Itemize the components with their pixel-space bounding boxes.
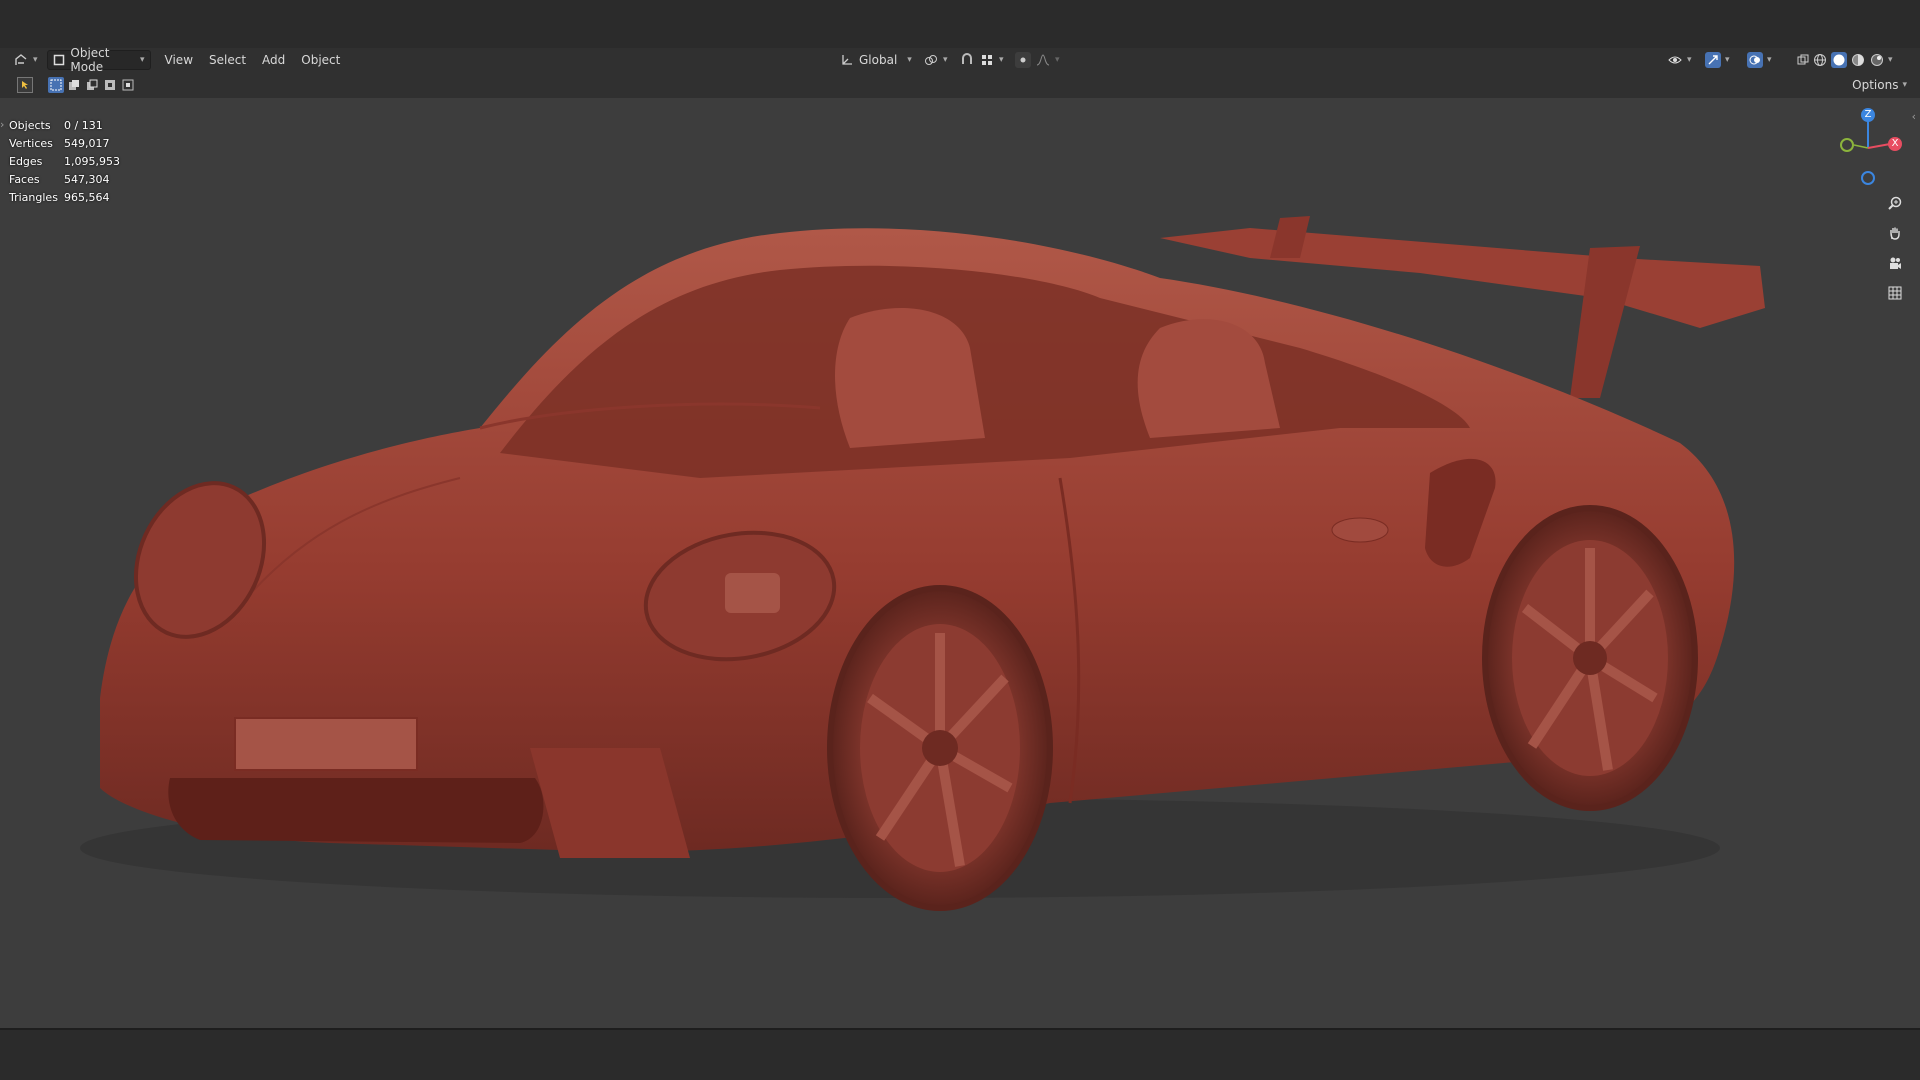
stat-row-edges: Edges 1,095,953 [9, 153, 120, 171]
gizmo-toggle-icon [1705, 52, 1721, 68]
stat-label: Objects [9, 119, 51, 132]
gizmo-x-label: X [1891, 138, 1899, 149]
xray-icon [1795, 52, 1811, 68]
orientation-axes-icon [839, 52, 855, 68]
stat-label: Vertices [9, 137, 53, 150]
visibility-dropdown[interactable]: ▾ [1662, 50, 1697, 70]
tool-header: Options ▾ [0, 72, 1920, 98]
stat-value: 549,017 [64, 137, 110, 150]
editor-type-button[interactable]: ▾ [8, 50, 43, 70]
grid-projection-icon [1887, 285, 1903, 301]
pivot-point-icon [923, 52, 939, 68]
gizmo-z-axis[interactable]: Z [1861, 108, 1875, 122]
options-dropdown[interactable]: Options ▾ [1847, 75, 1912, 95]
car-model[interactable] [0, 98, 1920, 1028]
chevron-down-icon: ▾ [943, 55, 948, 65]
3d-viewport[interactable]: › ‹ Objects 0 / 131 Vertices 549,017 Edg… [0, 98, 1920, 1028]
intersect-selection-icon[interactable] [120, 77, 136, 93]
wireframe-shading-icon[interactable] [1812, 52, 1828, 68]
stat-row-objects: Objects 0 / 131 [9, 117, 120, 135]
material-shading-icon[interactable] [1850, 52, 1866, 68]
pan-hand-icon [1887, 225, 1903, 241]
chevron-down-icon: ▾ [33, 55, 38, 65]
stat-label: Edges [9, 155, 43, 168]
gizmo-toggle[interactable]: ▾ [1700, 50, 1735, 70]
chevron-down-icon: ▾ [999, 55, 1004, 65]
menu-object[interactable]: Object [293, 53, 348, 67]
chevron-down-icon: ▾ [1767, 55, 1772, 65]
chevron-down-icon: ▾ [907, 55, 912, 65]
zoom-button[interactable] [1882, 190, 1908, 216]
stat-label: Faces [9, 173, 40, 186]
chevron-down-icon: ▾ [1725, 55, 1730, 65]
viewport-header: ▾ Object Mode ▾ View Select Add Object G… [0, 46, 1920, 74]
stat-value: 1,095,953 [64, 155, 120, 168]
pan-button[interactable] [1882, 220, 1908, 246]
chevron-down-icon: ▾ [1902, 80, 1907, 90]
stat-value: 547,304 [64, 173, 110, 186]
chevron-down-icon: ▾ [140, 55, 145, 65]
visibility-icon [1667, 52, 1683, 68]
menu-select[interactable]: Select [201, 53, 254, 67]
camera-view-button[interactable] [1882, 250, 1908, 276]
shading-modes: ▾ [1812, 52, 1893, 68]
overlay-icon [1747, 52, 1763, 68]
chevron-down-icon: ▾ [1687, 55, 1692, 65]
stat-row-triangles: Triangles 965,564 [9, 189, 120, 207]
proportional-edit-icon [1015, 52, 1031, 68]
solid-shading-icon[interactable] [1831, 52, 1847, 68]
mode-dropdown[interactable]: Object Mode ▾ [46, 46, 151, 74]
active-tool-button[interactable] [12, 75, 38, 95]
header-menus: View Select Add Object [157, 53, 349, 67]
scene-statistics: Objects 0 / 131 Vertices 549,017 Edges 1… [9, 117, 120, 207]
extend-selection-icon[interactable] [66, 77, 82, 93]
new-selection-icon[interactable] [48, 77, 64, 93]
falloff-curve-icon [1035, 52, 1051, 68]
bottom-strip [0, 1028, 1920, 1080]
object-mode-icon [53, 52, 67, 68]
chevron-down-icon: ▾ [1055, 55, 1060, 65]
snap-target-dropdown[interactable]: ▾ [974, 50, 1009, 70]
zoom-icon [1887, 195, 1903, 211]
stat-value: 0 / 131 [64, 119, 103, 132]
subtract-selection-icon[interactable] [84, 77, 100, 93]
snap-icon [959, 52, 975, 68]
navigation-gizmo[interactable]: Z X [1820, 108, 1910, 188]
pivot-point-dropdown[interactable]: ▾ [918, 50, 953, 70]
overlay-toggle[interactable]: ▾ [1742, 50, 1777, 70]
chevron-down-icon[interactable]: ▾ [1888, 55, 1893, 65]
stat-row-vertices: Vertices 549,017 [9, 135, 120, 153]
gizmo-x-axis[interactable]: X [1888, 137, 1902, 151]
stat-label: Triangles [9, 191, 58, 204]
selection-mode-group [48, 77, 136, 93]
options-label: Options [1852, 78, 1899, 92]
transform-orientation-dropdown[interactable]: Global ▾ [834, 50, 917, 70]
mode-label: Object Mode [70, 46, 110, 74]
menu-add[interactable]: Add [254, 53, 293, 67]
projection-toggle-button[interactable] [1882, 280, 1908, 306]
rendered-shading-icon[interactable] [1869, 52, 1885, 68]
menu-view[interactable]: View [157, 53, 201, 67]
camera-view-icon [1887, 255, 1903, 271]
gizmo-y-negative-axis[interactable] [1840, 138, 1854, 152]
stat-row-faces: Faces 547,304 [9, 171, 120, 189]
orientation-label: Global [859, 53, 898, 67]
falloff-dropdown[interactable]: ▾ [1030, 50, 1065, 70]
stat-value: 965,564 [64, 191, 110, 204]
editor-type-icon [13, 52, 29, 68]
gizmo-z-negative-axis[interactable] [1861, 171, 1875, 185]
snap-grid-icon [979, 52, 995, 68]
gizmo-z-label: Z [1864, 109, 1872, 120]
invert-selection-icon[interactable] [102, 77, 118, 93]
select-box-icon [17, 77, 33, 93]
top-strip [0, 0, 1920, 48]
